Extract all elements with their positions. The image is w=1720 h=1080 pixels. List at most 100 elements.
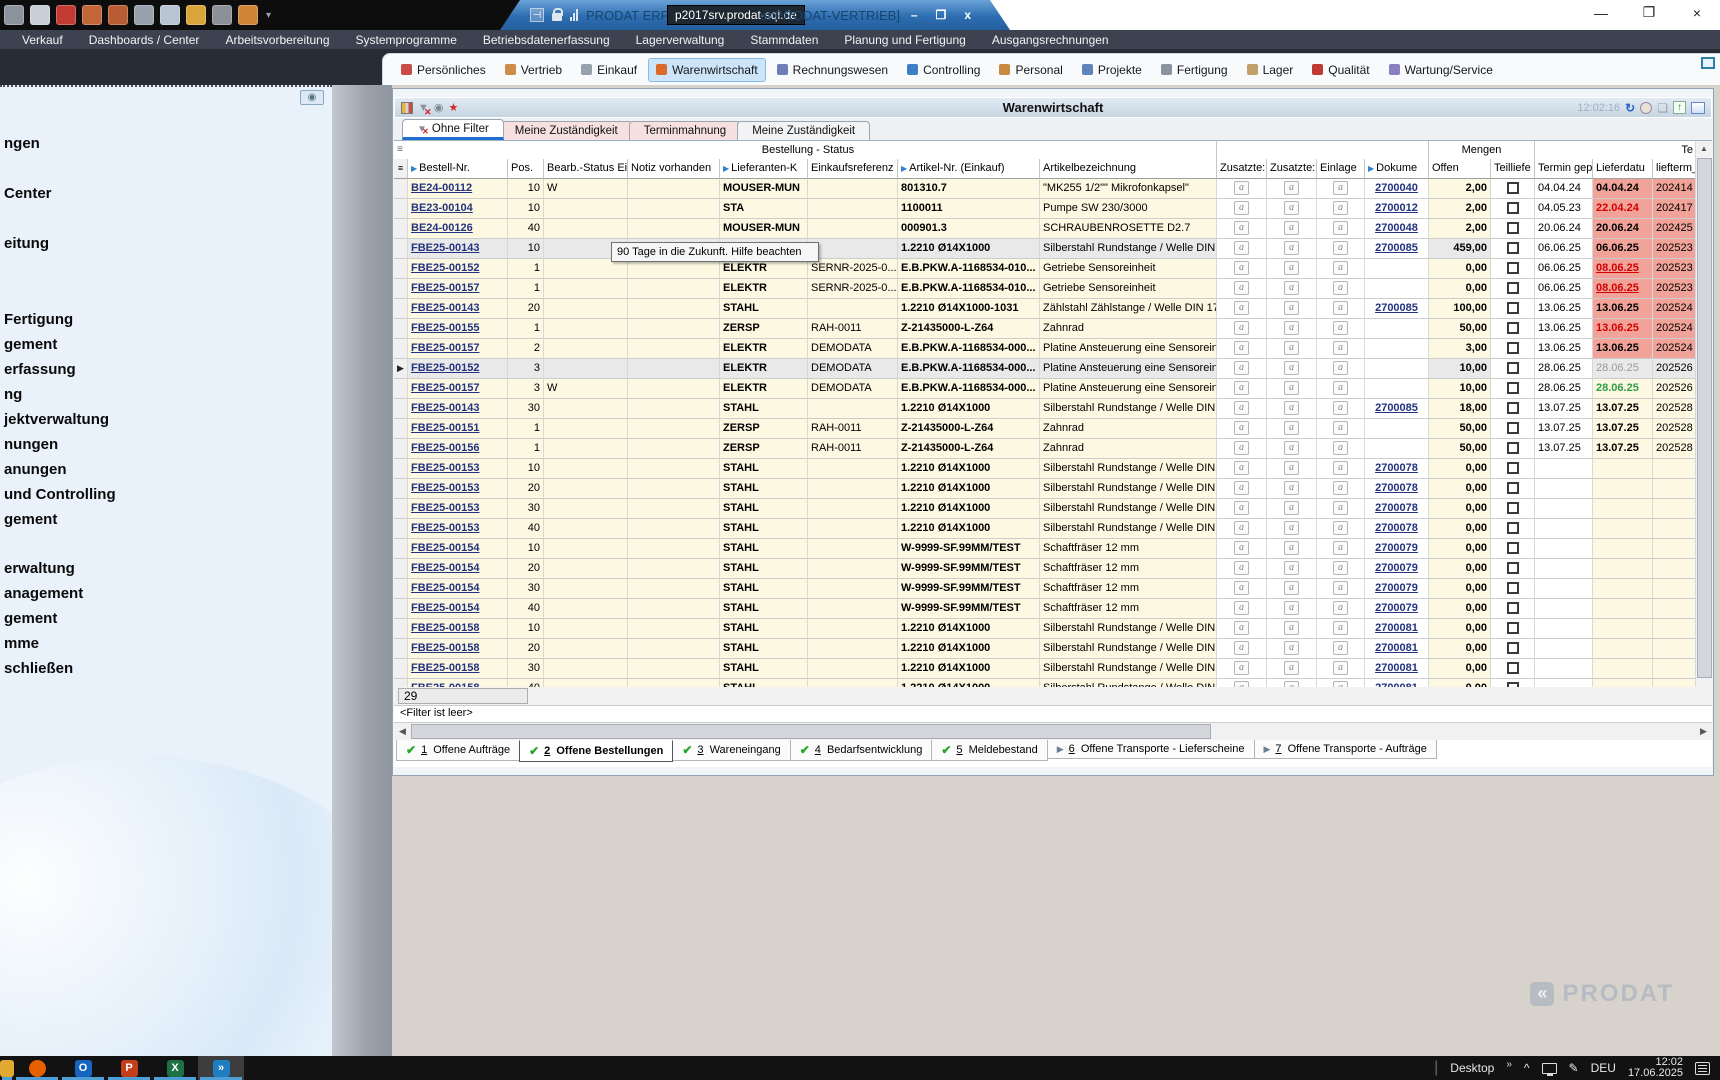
text-note-button[interactable]: a xyxy=(1333,381,1348,395)
help-icon[interactable] xyxy=(56,5,76,25)
document-link[interactable]: 2700012 xyxy=(1375,202,1418,214)
text-note-button[interactable]: a xyxy=(1333,341,1348,355)
text-note-button[interactable]: a xyxy=(1234,461,1249,475)
column-header-tg[interactable]: Termin gep xyxy=(1535,159,1593,179)
text-note-button[interactable]: a xyxy=(1284,381,1299,395)
text-note-button[interactable]: a xyxy=(1234,541,1249,555)
document-link[interactable]: 2700079 xyxy=(1375,602,1418,614)
document-link[interactable]: 2700079 xyxy=(1375,542,1418,554)
home-alt-icon[interactable] xyxy=(108,5,128,25)
partial-delivery-checkbox[interactable] xyxy=(1507,642,1519,654)
favorite-star-icon[interactable]: ★ xyxy=(449,102,459,114)
view-tab-7[interactable]: ▶7 Offene Transporte - Aufträge xyxy=(1254,740,1437,759)
table-edit-icon[interactable] xyxy=(30,5,50,25)
text-note-button[interactable]: a xyxy=(1284,521,1299,535)
text-note-button[interactable]: a xyxy=(1284,441,1299,455)
column-header-z1[interactable]: Zusatzte: xyxy=(1217,159,1267,179)
document-link[interactable]: 2700040 xyxy=(1375,182,1418,194)
partial-delivery-checkbox[interactable] xyxy=(1507,242,1519,254)
clock-date[interactable]: 12:0217.06.2025 xyxy=(1628,1057,1683,1079)
restore-button[interactable]: ❐ xyxy=(1638,4,1660,21)
column-header-no[interactable]: ▶Bestell-Nr. xyxy=(408,159,508,179)
text-note-button[interactable]: a xyxy=(1333,481,1348,495)
partial-delivery-checkbox[interactable] xyxy=(1507,222,1519,234)
text-note-button[interactable]: a xyxy=(1333,421,1348,435)
view-tab-3[interactable]: ✔3 Wareneingang xyxy=(672,740,790,761)
view-tab-5[interactable]: ✔5 Meldebestand xyxy=(931,740,1047,761)
order-link[interactable]: FBE25-00152 xyxy=(411,362,480,374)
sidebar-item[interactable]: gement xyxy=(4,336,332,361)
text-note-button[interactable]: a xyxy=(1284,601,1299,615)
partial-delivery-checkbox[interactable] xyxy=(1507,182,1519,194)
text-note-button[interactable]: a xyxy=(1284,281,1299,295)
scroll-left-icon[interactable]: ◀ xyxy=(394,723,411,740)
text-note-button[interactable]: a xyxy=(1234,421,1249,435)
text-note-button[interactable]: a xyxy=(1234,661,1249,675)
text-note-button[interactable]: a xyxy=(1234,581,1249,595)
sidebar-item[interactable]: anagement xyxy=(4,585,332,610)
sidebar-item[interactable]: Fertigung xyxy=(4,311,332,336)
cabinet-icon[interactable] xyxy=(134,5,154,25)
column-header-z2[interactable]: Zusatzte: xyxy=(1267,159,1317,179)
scrollbar-thumb[interactable] xyxy=(411,724,1211,739)
document-link[interactable]: 2700081 xyxy=(1375,662,1418,674)
text-note-button[interactable]: a xyxy=(1284,501,1299,515)
text-note-button[interactable]: a xyxy=(1333,661,1348,675)
sidebar-item[interactable]: erfassung xyxy=(4,361,332,386)
text-note-button[interactable]: a xyxy=(1333,581,1348,595)
text-note-button[interactable]: a xyxy=(1234,501,1249,515)
order-link[interactable]: FBE25-00153 xyxy=(411,462,480,474)
text-note-button[interactable]: a xyxy=(1333,281,1348,295)
module-tab-qualität[interactable]: Qualität xyxy=(1304,58,1377,82)
column-header-teil[interactable]: Teilliefe xyxy=(1491,159,1535,179)
module-tab-fertigung[interactable]: Fertigung xyxy=(1153,58,1236,82)
document-link[interactable]: 2700085 xyxy=(1375,302,1418,314)
text-note-button[interactable]: a xyxy=(1333,241,1348,255)
column-header-lt[interactable]: liefterm_ xyxy=(1653,159,1697,179)
book-icon[interactable] xyxy=(186,5,206,25)
text-note-button[interactable]: a xyxy=(1284,301,1299,315)
text-note-button[interactable]: a xyxy=(1333,401,1348,415)
text-note-button[interactable]: a xyxy=(1284,361,1299,375)
partial-delivery-checkbox[interactable] xyxy=(1507,542,1519,554)
document-link[interactable]: 2700081 xyxy=(1375,642,1418,654)
document-link[interactable]: 2700085 xyxy=(1375,242,1418,254)
order-link[interactable]: FBE25-00154 xyxy=(411,542,480,554)
horizontal-scrollbar[interactable]: ◀ ▶ xyxy=(394,722,1712,740)
partial-delivery-checkbox[interactable] xyxy=(1507,602,1519,614)
view-tab-1[interactable]: ✔1 Offene Aufträge xyxy=(396,740,520,761)
text-note-button[interactable]: a xyxy=(1284,241,1299,255)
text-note-button[interactable]: a xyxy=(1333,501,1348,515)
copy-icon[interactable]: ❏ xyxy=(1657,101,1668,115)
text-note-button[interactable]: a xyxy=(1234,561,1249,575)
text-note-button[interactable]: a xyxy=(1284,581,1299,595)
toolbar-expand-icon[interactable]: » xyxy=(1506,1059,1512,1070)
chevron-down-icon[interactable]: ▾ xyxy=(266,10,271,21)
partial-delivery-checkbox[interactable] xyxy=(1507,622,1519,634)
text-note-button[interactable]: a xyxy=(1333,261,1348,275)
close-button[interactable]: × xyxy=(1686,5,1708,21)
sidebar-item[interactable]: ngen xyxy=(4,135,332,185)
menu-item-betriebsdatenerfassung[interactable]: Betriebsdatenerfassung xyxy=(483,33,610,47)
order-link[interactable]: FBE25-00154 xyxy=(411,582,480,594)
view-tab-2[interactable]: ✔2 Offene Bestellungen xyxy=(519,740,673,762)
order-link[interactable]: FBE25-00155 xyxy=(411,322,480,334)
module-tab-einkauf[interactable]: Einkauf xyxy=(573,58,645,82)
column-header-marker[interactable]: ≡ xyxy=(394,159,408,179)
sidebar-item[interactable]: ng xyxy=(4,386,332,411)
text-note-button[interactable]: a xyxy=(1284,561,1299,575)
sidebar-item[interactable]: gement xyxy=(4,610,332,635)
partial-delivery-checkbox[interactable] xyxy=(1507,402,1519,414)
document-link[interactable]: 2700078 xyxy=(1375,522,1418,534)
language-indicator[interactable]: DEU xyxy=(1591,1061,1616,1075)
module-tab-lager[interactable]: Lager xyxy=(1239,58,1302,82)
lock-key-icon[interactable] xyxy=(212,5,232,25)
partial-delivery-checkbox[interactable] xyxy=(1507,282,1519,294)
column-header-notiz[interactable]: Notiz vorhanden xyxy=(628,159,720,179)
menu-item-planung-und-fertigung[interactable]: Planung und Fertigung xyxy=(844,33,965,47)
document-link[interactable]: 2700078 xyxy=(1375,502,1418,514)
text-note-button[interactable]: a xyxy=(1234,241,1249,255)
partial-delivery-checkbox[interactable] xyxy=(1507,382,1519,394)
module-tab-personal[interactable]: Personal xyxy=(991,58,1070,82)
home-icon[interactable] xyxy=(82,5,102,25)
